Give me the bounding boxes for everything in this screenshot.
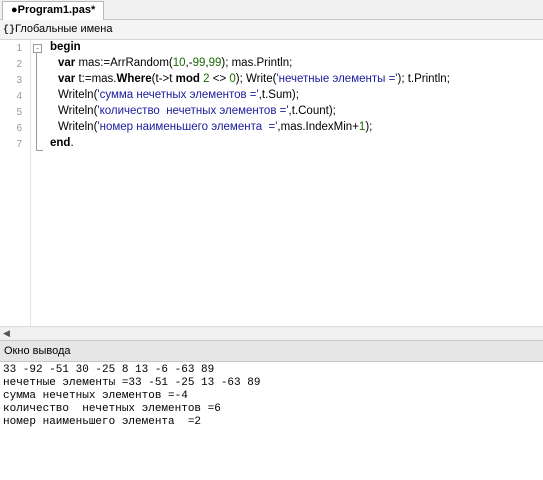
code-line: var mas:=ArrRandom(10,-99,99); mas.Print… <box>58 57 293 69</box>
horizontal-scrollbar[interactable]: ◀ <box>0 326 543 340</box>
fold-toggle-icon[interactable]: - <box>33 44 42 53</box>
scroll-left-icon[interactable]: ◀ <box>3 328 10 339</box>
tab-bar: ●Program1.pas* <box>0 0 543 20</box>
fold-guide <box>36 49 43 151</box>
code-editor[interactable]: 1 2 3 4 5 6 7 - begin var mas:=ArrRandom… <box>0 40 543 326</box>
code-line: Writeln('сумма нечетных элементов =',t.S… <box>58 89 299 101</box>
line-gutter: 1 2 3 4 5 6 7 <box>0 40 31 326</box>
output-line: сумма нечетных элементов =-4 <box>3 390 188 402</box>
scope-bar[interactable]: {}Глобальные имена <box>0 20 543 40</box>
line-number: 3 <box>16 75 22 86</box>
code-line: Writeln('количество нечетных элементов =… <box>58 105 336 117</box>
output-panel-title: Окно вывода <box>0 340 543 362</box>
code-line: end. <box>50 137 74 149</box>
line-number: 6 <box>16 123 22 134</box>
output-line: номер наименьшего элемента =2 <box>3 416 202 428</box>
code-line: Writeln('номер наименьшего элемента =',m… <box>58 121 373 133</box>
line-number: 5 <box>16 107 22 118</box>
scope-label: Глобальные имена <box>15 23 113 35</box>
output-line: количество нечетных элементов =6 <box>3 403 221 415</box>
code-line: var t:=mas.Where(t->t mod 2 <> 0); Write… <box>58 73 450 85</box>
line-number: 2 <box>16 59 22 70</box>
output-line: 33 -92 -51 30 -25 8 13 -6 -63 89 <box>3 364 215 376</box>
code-line: begin <box>50 41 81 53</box>
tab-program1[interactable]: ●Program1.pas* <box>2 1 105 20</box>
output-panel[interactable]: 33 -92 -51 30 -25 8 13 -6 -63 89 нечетны… <box>0 362 543 480</box>
line-number: 1 <box>16 43 22 54</box>
line-number: 7 <box>16 139 22 150</box>
braces-icon: {} <box>3 25 16 36</box>
line-number: 4 <box>16 91 22 102</box>
output-line: нечетные элементы =33 -51 -25 13 -63 89 <box>3 377 261 389</box>
